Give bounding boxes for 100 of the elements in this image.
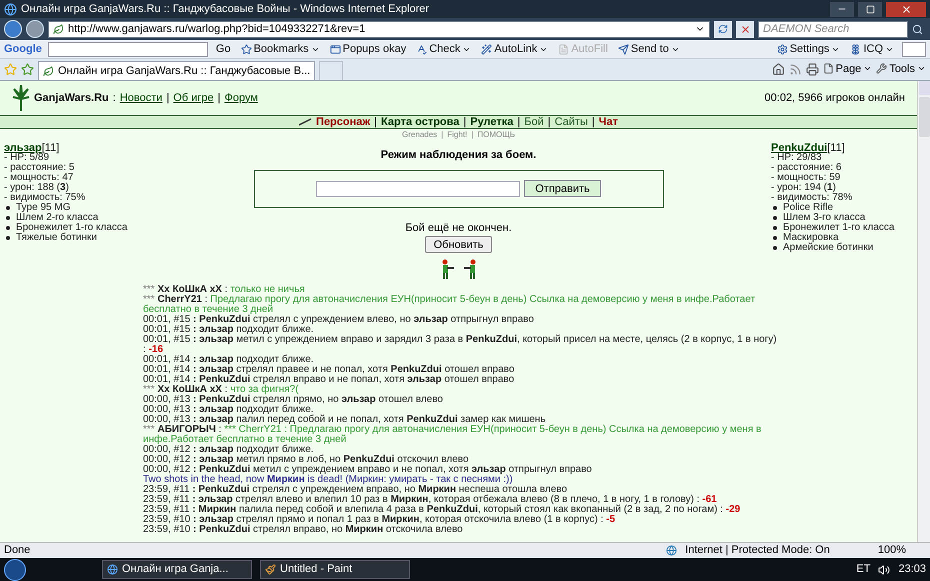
toolbar-button[interactable]: Send to (616, 40, 682, 58)
toolbar-button[interactable]: AutoLink (479, 40, 550, 58)
combat-log-entry: 00:01, #15 : эльзар подходит ближе. (143, 325, 314, 335)
flower-icon (850, 44, 862, 54)
combat-log-entry: 23:59, #10 : эльзар стрелял прямо и попал 1 раз в Миркин, которая отскочила влево (1 в корпус) : -5 (143, 515, 616, 525)
leaf-icon (43, 66, 54, 76)
forward-button[interactable] (26, 20, 44, 38)
command-button[interactable]: Page (822, 60, 872, 77)
close-icon (900, 4, 912, 14)
maximize-button[interactable] (858, 2, 882, 16)
combat-log-entry: 00:00, #12 : эльзар метил прямо в лоб, но PenkuZdui отскочил влево (143, 455, 470, 465)
fighter-stat: - расстояние: 6 (771, 163, 842, 173)
address-field[interactable]: http://www.ganjawars.ru/warlog.php?bid=1049332271&rev=1 (48, 20, 710, 38)
fighter-stat: - мощность: 47 (4, 173, 74, 183)
fighter-stat: - HP: 29/83 (771, 153, 823, 163)
refresh-battle-button[interactable]: Обновить (424, 236, 492, 253)
leaf-icon (53, 24, 64, 34)
combat-log-entry: 00:01, #15 : эльзар метил с упреждением вправо и зарядил 3 раза в PenkuZdui, который присел на месте, целясь (2 в корпус, 1 в ногу) : -16 (143, 335, 777, 355)
print-icon[interactable] (806, 63, 819, 76)
zoom-level[interactable]: 100% (878, 542, 906, 559)
bullet-icon (6, 206, 10, 210)
toolbar-field[interactable] (902, 42, 926, 56)
command-button[interactable]: Tools (876, 60, 926, 77)
combat-log-entry: 00:00, #12 : PenkuZdui метил с упреждением вправо и не попал, хотя эльзар отпрыгнул вправо (143, 465, 593, 475)
toolbar-button[interactable]: Settings (774, 40, 842, 58)
bullet-icon (773, 246, 777, 250)
toolbar-button[interactable]: Bookmarks (238, 40, 322, 58)
back-button[interactable] (4, 20, 22, 38)
fighter-stat: - мощность: 59 (771, 173, 842, 183)
scrollbar[interactable] (917, 81, 930, 542)
nav-link[interactable]: Карта острова (381, 114, 460, 130)
feed-icon[interactable] (788, 63, 802, 76)
nav-separator: | (463, 114, 466, 130)
start-button[interactable] (4, 558, 26, 580)
taskbar-task[interactable]: Онлайн игра Ganja... (102, 560, 252, 579)
favorites-star-icon[interactable] (4, 63, 17, 76)
browser-icon (4, 2, 17, 16)
stop-button[interactable] (736, 20, 754, 38)
link-separator: | (218, 90, 220, 106)
globe-icon (666, 545, 678, 556)
nav-link[interactable]: Чат (598, 114, 618, 130)
toolbar-button[interactable]: ICQ (848, 40, 896, 58)
link-separator: | (166, 90, 170, 106)
fighter-level: [11] (827, 143, 845, 153)
status-text: Done (4, 543, 32, 558)
send-icon (618, 44, 629, 54)
nav-link[interactable]: Персонаж (316, 114, 370, 130)
leaf-logo-icon (12, 85, 30, 111)
nav-link[interactable]: Сайты (554, 114, 588, 130)
header-link[interactable]: Об игре (173, 90, 214, 106)
chat-input[interactable] (316, 180, 520, 196)
send-button[interactable]: Отправить (524, 180, 601, 197)
equipment-item: Police Rifle (783, 203, 834, 213)
search-field[interactable]: DAEMON Search (758, 20, 908, 38)
combat-log-entry: 00:01, #14 : эльзар стрелял правее и не попал, хотя PenkuZdui отошел вправо (143, 365, 516, 375)
equipment-item: Шлем 2-го класса (16, 213, 98, 223)
add-favorite-icon[interactable] (21, 63, 34, 76)
bullet-icon (773, 206, 777, 210)
volume-icon[interactable] (878, 564, 890, 576)
wand-icon (481, 44, 492, 54)
clock: 23:03 (898, 562, 926, 578)
equipment-item: Бронежилет 1-го класса (16, 223, 128, 233)
google-logo: Google (4, 42, 42, 57)
window-title: Онлайн игра GanjaWars.Ru :: Ганджубасовые Войны - Windows Internet Explorer (21, 2, 430, 17)
fighter-name-link[interactable]: PenkuZdui (771, 143, 828, 153)
close-button[interactable] (886, 2, 926, 16)
combat-log-entry: 23:59, #11 : эльзар стрелял влево и влепил 10 раз в Миркин, которая отбежала влево (8 в плечо, 1 в ногу, 1 в голову) : -61 (143, 495, 718, 505)
nav-link[interactable]: Бой (524, 114, 544, 130)
sub-link-separator: | (441, 129, 444, 141)
equipment-item: Маскировка (783, 233, 839, 243)
browser-tab[interactable]: Онлайн игра GanjaWars.Ru :: Ганджубасовые В... (38, 61, 316, 80)
fighter-stat: - HP: 5/89 (4, 153, 50, 163)
google-search-field[interactable] (48, 42, 208, 56)
chat-message: *** Xx КоШкА xX : только не ничья (143, 285, 306, 295)
fighter-stat: - видимость: 78% (771, 193, 854, 203)
home-icon[interactable] (772, 63, 785, 76)
nav-link[interactable]: Рулетка (470, 114, 514, 130)
bullet-icon (6, 226, 10, 230)
fighter-level: [11] (42, 143, 60, 153)
language-indicator[interactable]: ET (856, 561, 870, 578)
fighter-name-link[interactable]: эльзар (4, 143, 42, 153)
star-icon (240, 44, 252, 54)
go-button[interactable]: Go (214, 40, 233, 58)
search-icon[interactable] (912, 24, 923, 34)
spellcheck-icon (416, 44, 428, 54)
header-link[interactable]: Новости (120, 90, 162, 106)
colon: : (112, 90, 116, 106)
combat-log-entry: 00:00, #13 : PenkuZdui стрелял прямо, но эльзар отошел влево (143, 395, 444, 405)
equipment-item: Бронежилет 1-го класса (783, 223, 894, 233)
stop-icon (740, 24, 750, 34)
toolbar-button[interactable]: Popups okay (328, 40, 408, 58)
fighter-stat: - урон: 194 (1) (771, 183, 837, 193)
taskbar-task[interactable]: Untitled - Paint (260, 560, 410, 579)
nav-separator: | (548, 114, 551, 130)
site-name: GanjaWars.Ru (34, 90, 109, 106)
security-zone: Internet | Protected Mode: On (685, 543, 830, 558)
combat-log-entry: 23:59, #10 : PenkuZdui стрелял вправо, но Миркин отскочила влево (143, 525, 464, 535)
refresh-button[interactable] (714, 20, 732, 38)
header-link[interactable]: Форум (224, 90, 258, 106)
toolbar-button[interactable]: Check (414, 40, 474, 58)
